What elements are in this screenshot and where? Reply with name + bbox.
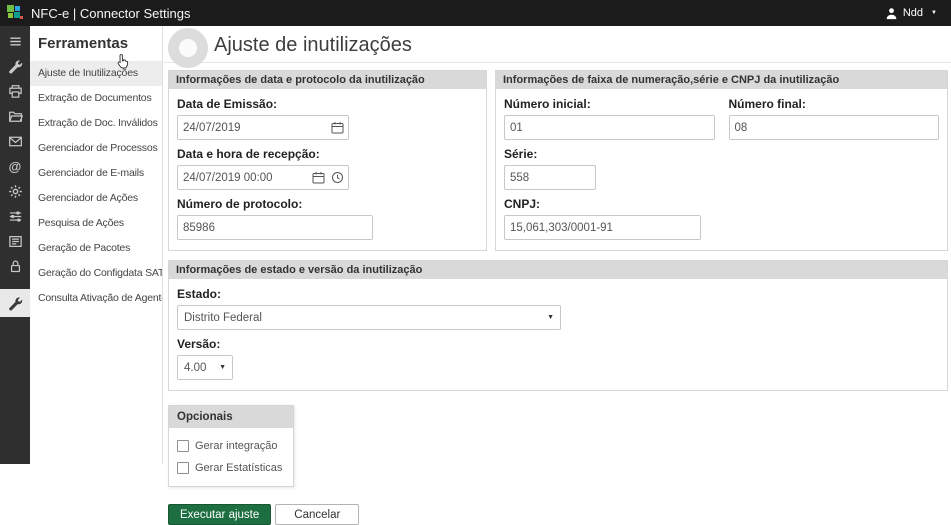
calendar-icon[interactable] — [331, 121, 344, 134]
main-content: Ajuste de inutilizações Informações de d… — [164, 26, 951, 464]
numero-final-label: Número final: — [729, 97, 940, 111]
action-buttons: Executar ajuste Cancelar — [168, 504, 951, 525]
chevron-down-icon: ▼ — [547, 314, 554, 321]
rail-item-security[interactable] — [0, 254, 30, 279]
versao-label: Versão: — [177, 337, 939, 351]
chevron-down-icon: ▼ — [219, 364, 226, 371]
chevron-down-icon: ▼ — [931, 10, 937, 16]
decorative-circle — [168, 28, 208, 68]
sidebar-item-geracao-pacotes[interactable]: Geração de Pacotes — [30, 236, 162, 261]
cursor-hand — [117, 53, 130, 69]
data-recepcao-label: Data e hora de recepção: — [177, 147, 478, 161]
rail-item-menu[interactable] — [0, 29, 30, 54]
numero-inicial-input[interactable] — [504, 115, 715, 140]
numero-inicial-label: Número inicial: — [504, 97, 715, 111]
sidebar: Ferramentas Ajuste de Inutilizações Extr… — [30, 26, 163, 464]
topbar: NFC-e | Connector Settings Ndd ▼ — [0, 0, 951, 26]
opcao-gerar-integracao: Gerar integração — [177, 440, 285, 452]
title-divider — [164, 62, 951, 63]
panel-estado-versao: Informações de estado e versão da inutil… — [168, 260, 948, 391]
numero-final-input[interactable] — [729, 115, 940, 140]
serie-input[interactable] — [504, 165, 596, 190]
menu-icon — [8, 34, 23, 49]
sidebar-item-ajuste-inutilizacoes[interactable]: Ajuste de Inutilizações — [30, 61, 162, 86]
numero-inicial-col: Número inicial: — [504, 90, 715, 140]
sidebar-item-gerenciador-acoes[interactable]: Gerenciador de Ações — [30, 186, 162, 211]
user-icon — [885, 7, 898, 20]
app-title: NFC-e | Connector Settings — [31, 6, 190, 21]
numero-protocolo-label: Número de protocolo: — [177, 197, 478, 211]
at-icon: @ — [9, 159, 22, 174]
cnpj-label: CNPJ: — [504, 197, 939, 211]
printer-icon — [8, 84, 23, 99]
data-emissao-field — [177, 115, 349, 140]
sidebar-item-pesquisa-acoes[interactable]: Pesquisa de Ações — [30, 211, 162, 236]
panel-estado-versao-body: Estado: Distrito Federal ▼ Versão: 4.00 … — [169, 279, 947, 390]
numero-protocolo-input[interactable] — [177, 215, 373, 240]
app-logo-icon — [7, 5, 23, 21]
rail-item-mail[interactable] — [0, 129, 30, 154]
lock-icon — [8, 259, 23, 274]
panel-faixa-cnpj-body: Número inicial: Número final: Série: CNP… — [496, 89, 947, 250]
rail-item-documents[interactable] — [0, 229, 30, 254]
estado-select[interactable]: Distrito Federal ▼ — [177, 305, 561, 330]
panel-estado-versao-title: Informações de estado e versão da inutil… — [169, 261, 947, 279]
panel-data-protocolo-title: Informações de data e protocolo da inuti… — [169, 71, 486, 89]
rail-item-print[interactable] — [0, 79, 30, 104]
panels-row: Informações de data e protocolo da inuti… — [168, 70, 948, 251]
executar-ajuste-button[interactable]: Executar ajuste — [168, 504, 271, 525]
serie-label: Série: — [504, 147, 939, 161]
numero-row: Número inicial: Número final: — [504, 90, 939, 140]
mail-icon — [8, 134, 23, 149]
document-list-icon — [8, 234, 23, 249]
gerar-integracao-label: Gerar integração — [195, 440, 278, 452]
rail-item-ferramentas-active[interactable] — [0, 289, 30, 317]
gerar-integracao-checkbox[interactable] — [177, 440, 189, 452]
sidebar-item-geracao-configdata-sat[interactable]: Geração do Configdata SAT — [30, 261, 162, 286]
sliders-icon — [8, 209, 23, 224]
versao-select-value: 4.00 — [184, 362, 206, 374]
wrench-active-icon — [8, 296, 23, 311]
panel-opcionais-title: Opcionais — [169, 406, 293, 428]
cancelar-button[interactable]: Cancelar — [275, 504, 359, 525]
sidebar-item-gerenciador-processos[interactable]: Gerenciador de Processos — [30, 136, 162, 161]
numero-final-col: Número final: — [729, 90, 940, 140]
sidebar-item-gerenciador-emails[interactable]: Gerenciador de E-mails — [30, 161, 162, 186]
panel-opcionais-body: Gerar integração Gerar Estatísticas — [169, 428, 293, 486]
panel-faixa-cnpj: Informações de faixa de numeração,série … — [495, 70, 948, 251]
versao-select[interactable]: 4.00 ▼ — [177, 355, 233, 380]
wrench-icon — [8, 59, 23, 74]
sidebar-title: Ferramentas — [30, 26, 162, 61]
data-recepcao-field — [177, 165, 349, 190]
calendar-icon[interactable] — [312, 171, 325, 184]
user-name: Ndd — [903, 7, 923, 19]
icon-rail: @ — [0, 26, 30, 464]
page-title: Ajuste de inutilizações — [214, 34, 951, 57]
data-emissao-label: Data de Emissão: — [177, 97, 478, 111]
rail-item-tools[interactable] — [0, 54, 30, 79]
rail-item-at[interactable]: @ — [0, 154, 30, 179]
panel-data-protocolo-body: Data de Emissão: Data e hora de recepção… — [169, 89, 486, 250]
user-menu[interactable]: Ndd ▼ — [885, 7, 937, 20]
panel-data-protocolo: Informações de data e protocolo da inuti… — [168, 70, 487, 251]
sidebar-item-extracao-doc-invalidos[interactable]: Extração de Doc. Inválidos — [30, 111, 162, 136]
panel-faixa-cnpj-title: Informações de faixa de numeração,série … — [496, 71, 947, 89]
rail-item-folders[interactable] — [0, 104, 30, 129]
rail-item-sliders[interactable] — [0, 204, 30, 229]
clock-icon[interactable] — [331, 171, 344, 184]
estado-label: Estado: — [177, 287, 939, 301]
gear-icon — [8, 184, 23, 199]
sidebar-item-extracao-documentos[interactable]: Extração de Documentos — [30, 86, 162, 111]
estado-select-value: Distrito Federal — [184, 312, 262, 324]
sidebar-item-consulta-ativacao-agente[interactable]: Consulta Ativação de Agente — [30, 286, 162, 311]
rail-item-settings[interactable] — [0, 179, 30, 204]
folder-icon — [8, 109, 23, 124]
cnpj-input[interactable] — [504, 215, 701, 240]
panel-opcionais: Opcionais Gerar integração Gerar Estatís… — [168, 405, 294, 487]
data-emissao-input[interactable] — [177, 115, 349, 140]
